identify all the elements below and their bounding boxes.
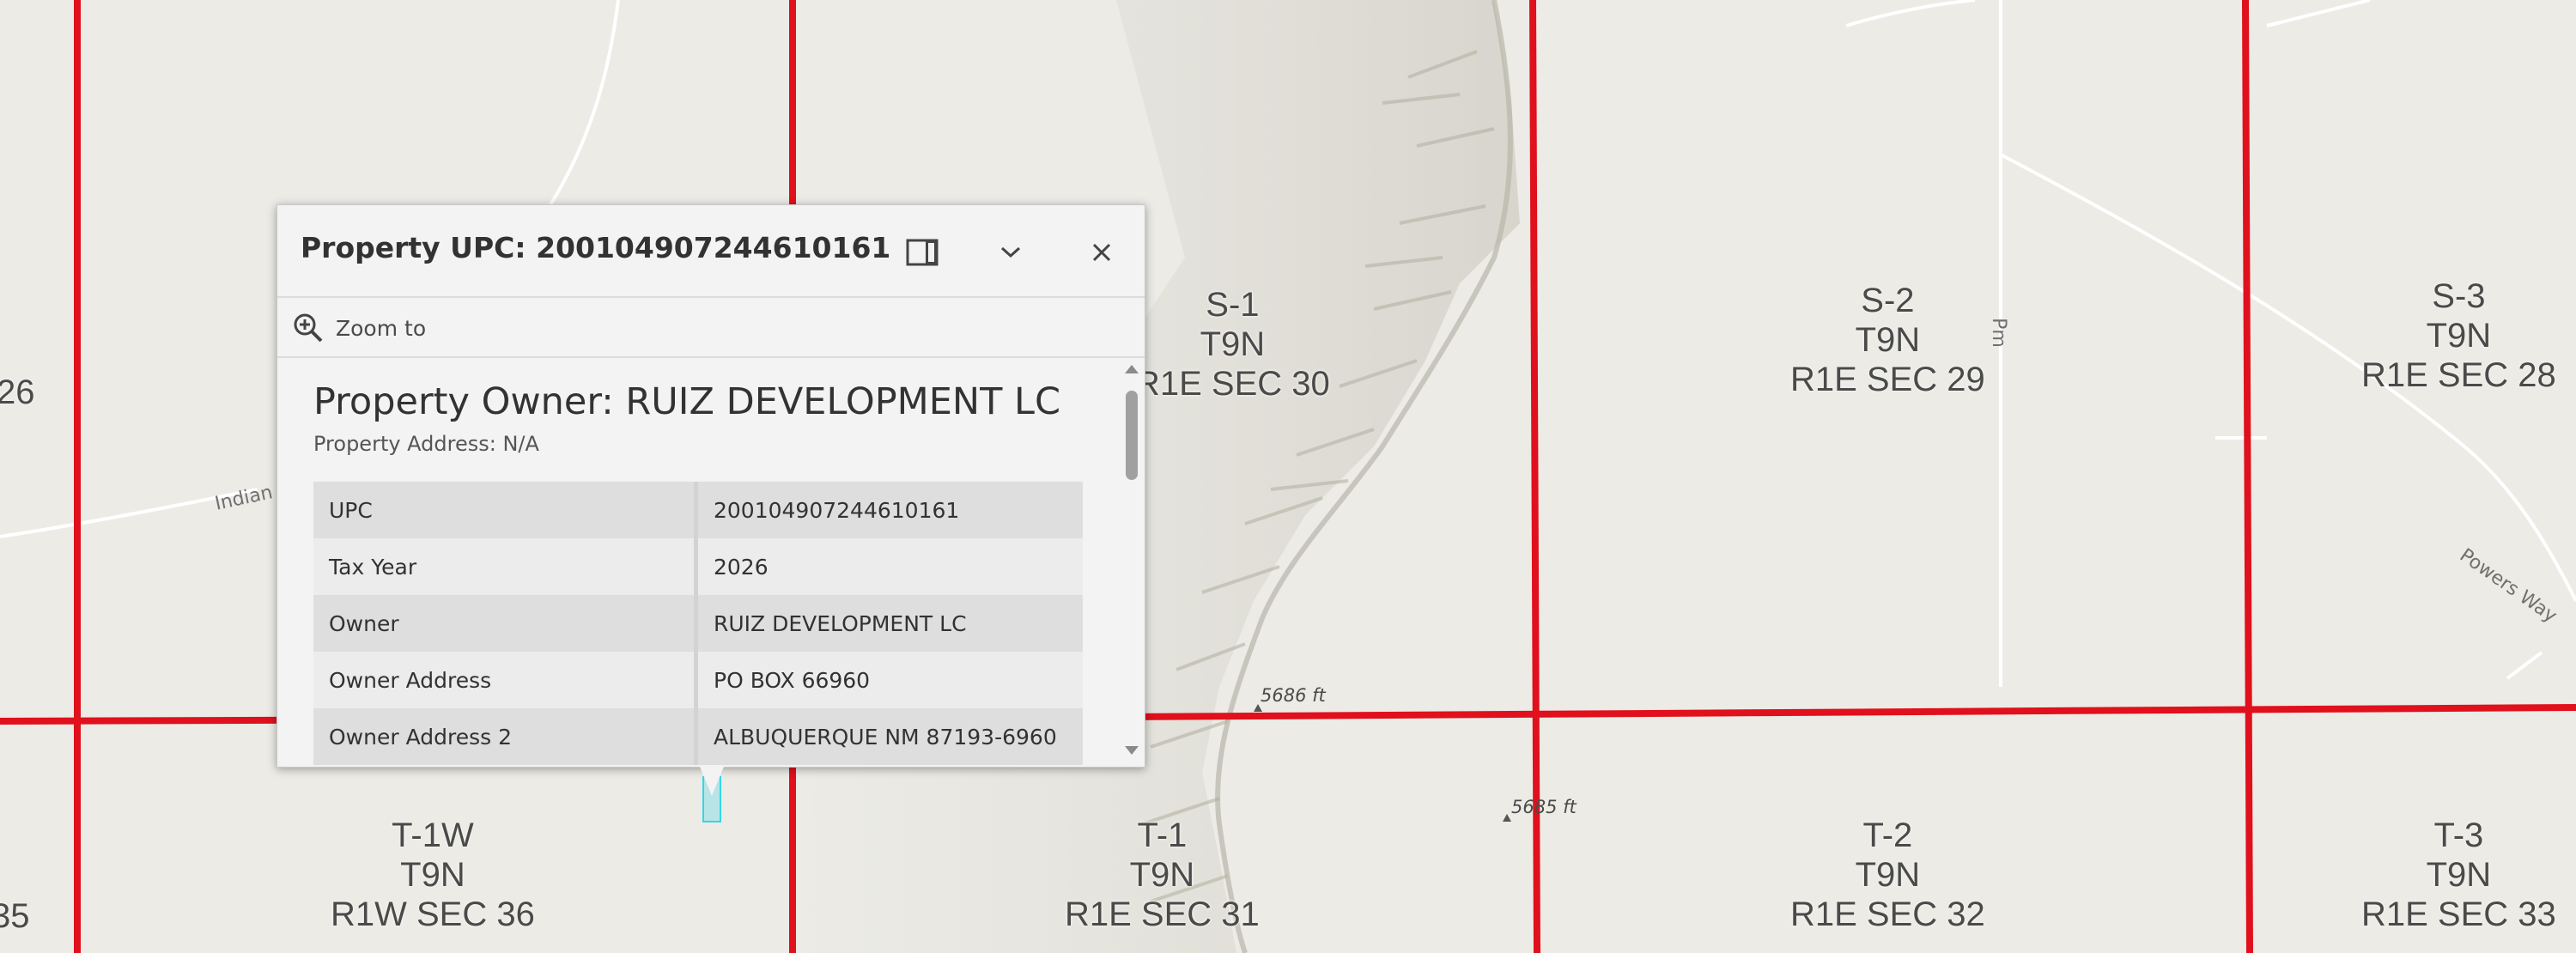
popup-title: Property UPC: 200104907244610161 [301,231,891,264]
popup-content[interactable]: Property Owner: RUIZ DEVELOPMENT LC Prop… [277,358,1145,767]
attribute-table: UPC 200104907244610161 Tax Year 2026 Owner… [313,482,1083,765]
popup-scrollbar[interactable] [1122,358,1141,767]
table-row: Tax Year 2026 [313,538,1083,595]
table-row: UPC 200104907244610161 [313,482,1083,538]
elevation-marker-icon [1503,814,1511,822]
scroll-thumb[interactable] [1126,391,1138,480]
elevation-marker-icon [1254,704,1262,712]
owner-heading: Property Owner: RUIZ DEVELOPMENT LC [313,380,1060,423]
zoom-to-label: Zoom to [336,315,427,341]
dock-icon [906,239,939,266]
close-button[interactable] [1080,231,1123,274]
attribute-key: Tax Year [313,538,698,595]
attribute-key: Owner Address 2 [313,708,698,765]
section-label-t2: T-2 T9N R1E SEC 32 [1790,816,1985,933]
section-label-t1: T-1 T9N R1E SEC 31 [1065,816,1260,933]
close-icon [1092,243,1111,262]
scroll-down-icon[interactable] [1124,744,1139,756]
section-label-t3: T-3 T9N R1E SEC 33 [2361,816,2556,933]
section-label-s2: S-2 T9N R1E SEC 29 [1790,282,1985,398]
attribute-value: 200104907244610161 [698,482,1083,538]
property-address: Property Address: N/A [313,432,539,456]
attribute-key: Owner [313,595,698,652]
attribute-value: 2026 [698,538,1083,595]
table-row: Owner RUIZ DEVELOPMENT LC [313,595,1083,652]
attribute-key: UPC [313,482,698,538]
collapse-button[interactable] [989,231,1032,274]
popup-actions-bar: Zoom to [277,298,1145,358]
section-label-left-bottom: 35 [0,897,30,935]
road-label-pm: Pm [1987,318,2009,348]
popup-header: Property UPC: 200104907244610161 [277,205,1145,298]
attribute-key: Owner Address [313,652,698,708]
table-row: Owner Address 2 ALBUQUERQUE NM 87193-6960 [313,708,1083,765]
scroll-up-icon[interactable] [1124,363,1139,375]
popup-pointer [700,767,724,796]
section-label-s3: S-3 T9N R1E SEC 28 [2361,277,2556,394]
chevron-down-icon [1000,246,1021,258]
elevation-label: 5686 ft [1261,685,1326,706]
dock-button[interactable] [901,231,944,274]
property-popup: Property UPC: 200104907244610161 Zoom to… [276,204,1145,768]
section-label-left-top: 26 [0,373,35,411]
table-row: Owner Address PO BOX 66960 [313,652,1083,708]
attribute-value: PO BOX 66960 [698,652,1083,708]
zoom-in-icon [294,313,323,343]
section-label-t1w: T-1W T9N R1W SEC 36 [331,816,535,933]
section-label-s1: S-1 T9N R1E SEC 30 [1135,286,1330,403]
zoom-to-button[interactable]: Zoom to [293,310,426,346]
attribute-value: ALBUQUERQUE NM 87193-6960 [698,708,1083,765]
elevation-label: 5685 ft [1511,797,1577,817]
attribute-value: RUIZ DEVELOPMENT LC [698,595,1083,652]
